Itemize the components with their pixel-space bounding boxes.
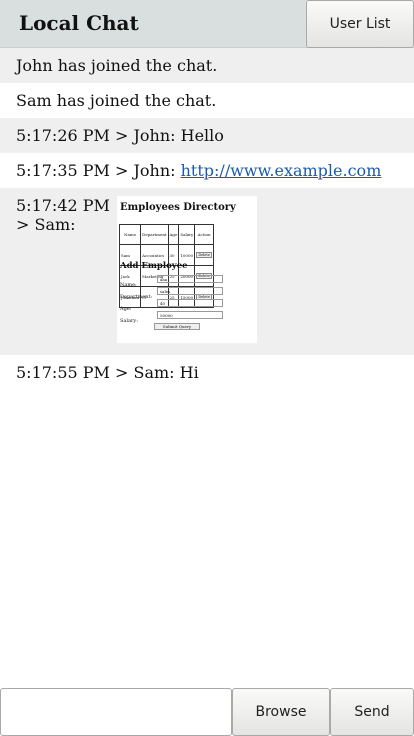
- message-text: 5:17:55 PM > Sam: Hi: [16, 363, 199, 382]
- form-row-age: Age: 40: [120, 299, 250, 312]
- chat-header: Local Chat User List: [0, 0, 414, 48]
- form-label: Salary:: [120, 318, 138, 324]
- browse-button[interactable]: Browse: [232, 688, 330, 736]
- message-meta: 5:17:42 PM > Sam:: [16, 196, 112, 234]
- page-title: Local Chat: [19, 11, 139, 35]
- message-item: John has joined the chat.: [0, 48, 414, 83]
- message-item: 5:17:35 PM > John: http://www.example.co…: [0, 153, 414, 188]
- delete-button: Delete: [196, 252, 212, 258]
- form-field: aaa: [157, 275, 223, 283]
- form-row-department: Department: sales: [120, 287, 250, 300]
- column-header: Name: [118, 224, 142, 245]
- shared-image-form-title: Add Employee: [120, 261, 188, 271]
- shared-image-title: Employees Directory: [120, 202, 236, 213]
- message-text: 5:17:35 PM > John:: [16, 161, 181, 180]
- form-field: sales: [157, 287, 223, 295]
- column-header: Age: [167, 224, 180, 245]
- form-field: 40: [157, 299, 223, 307]
- table-header-row: Name Department Age Salary Action: [118, 224, 214, 245]
- message-text: Sam has joined the chat.: [16, 91, 217, 110]
- message-item: 5:17:55 PM > Sam: Hi: [0, 355, 414, 390]
- message-list: John has joined the chat. Sam has joined…: [0, 48, 414, 390]
- message-text: 5:17:26 PM > John: Hello: [16, 126, 224, 145]
- form-row-salary: Salary: 50000: [120, 311, 250, 324]
- shared-image-thumbnail[interactable]: Employees Directory Name Department Age …: [117, 196, 257, 343]
- message-time: 5:17:42 PM: [16, 196, 110, 215]
- column-header: Action: [194, 224, 214, 245]
- user-list-button[interactable]: User List: [306, 0, 414, 48]
- message-item-image: 5:17:42 PM > Sam: Employees Directory Na…: [0, 188, 414, 355]
- column-header: Department: [140, 224, 169, 245]
- table-cell: Delete: [194, 244, 214, 266]
- form-field: 50000: [157, 311, 223, 319]
- submit-query-button: Submit Query: [154, 323, 200, 330]
- message-link[interactable]: http://www.example.com: [181, 161, 382, 180]
- composer-bar: Browse Send: [0, 688, 414, 736]
- message-text: John has joined the chat.: [16, 56, 218, 75]
- message-input[interactable]: [0, 688, 232, 736]
- message-item: 5:17:26 PM > John: Hello: [0, 118, 414, 153]
- send-button[interactable]: Send: [330, 688, 414, 736]
- column-header: Salary: [178, 224, 196, 245]
- form-row-name: Name: aaa: [120, 275, 250, 288]
- message-item: Sam has joined the chat.: [0, 83, 414, 118]
- message-sender: > Sam:: [16, 215, 76, 234]
